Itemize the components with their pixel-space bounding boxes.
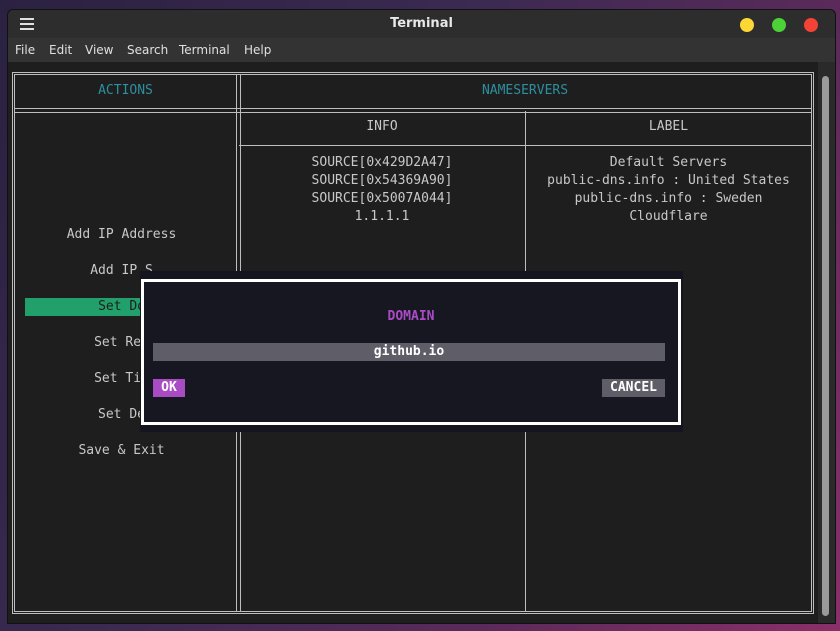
terminal-window: Terminal File Edit View Search Terminal …: [7, 9, 836, 624]
column-header-label: LABEL: [648, 119, 689, 134]
cancel-button[interactable]: CANCEL: [602, 379, 665, 397]
menu-bar: File Edit View Search Terminal Help: [8, 38, 835, 62]
column-header-info: INFO: [366, 119, 398, 134]
info-cell: SOURCE[0x5007A044]: [311, 191, 453, 206]
title-bar: Terminal: [8, 10, 835, 38]
action-add-ip-address[interactable]: Add IP Address: [17, 226, 226, 244]
dialog-title: DOMAIN: [387, 309, 435, 324]
maximize-button[interactable]: [772, 18, 786, 32]
action-save-exit[interactable]: Save & Exit: [17, 442, 226, 460]
minimize-button[interactable]: [740, 18, 754, 32]
info-cell: SOURCE[0x54369A90]: [311, 173, 453, 188]
label-cell: public-dns.info : United States: [547, 173, 790, 188]
domain-dialog: DOMAIN github.io OK CANCEL: [141, 279, 681, 425]
window-title: Terminal: [390, 16, 453, 31]
label-cell: Default Servers: [609, 155, 728, 170]
domain-input[interactable]: github.io: [153, 343, 665, 361]
menu-file[interactable]: File: [15, 43, 35, 57]
label-cell: public-dns.info : Sweden: [574, 191, 763, 206]
ok-button[interactable]: OK: [153, 379, 185, 397]
close-button[interactable]: [804, 18, 818, 32]
label-cell: Cloudflare: [629, 209, 708, 224]
nameservers-header: NAMESERVERS: [481, 83, 569, 98]
menu-view[interactable]: View: [85, 43, 113, 57]
menu-search[interactable]: Search: [127, 43, 168, 57]
menu-terminal[interactable]: Terminal: [179, 43, 230, 57]
info-cell: 1.1.1.1: [354, 209, 410, 224]
scrollbar-thumb[interactable]: [822, 76, 829, 616]
terminal-area[interactable]: ACTIONS NAMESERVERS INFO LABEL SOURCE[0x…: [8, 62, 818, 623]
actions-header: ACTIONS: [98, 83, 153, 98]
header-divider: [15, 108, 811, 113]
info-cell: SOURCE[0x429D2A47]: [311, 155, 453, 170]
scrollbar[interactable]: [818, 62, 835, 623]
menu-help[interactable]: Help: [244, 43, 271, 57]
menu-edit[interactable]: Edit: [49, 43, 72, 57]
